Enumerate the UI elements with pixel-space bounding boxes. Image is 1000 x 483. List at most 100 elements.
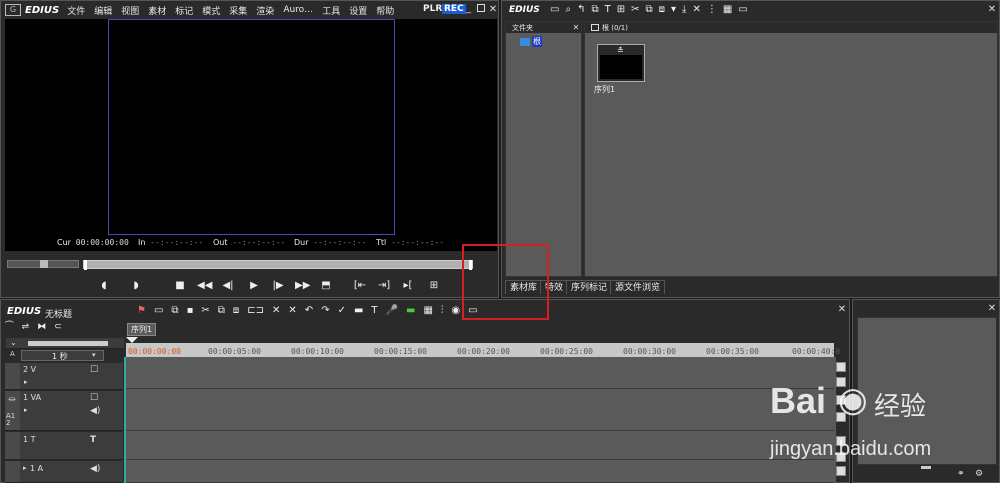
insert-icon[interactable]: [⇤ (353, 280, 367, 292)
render-icon[interactable]: ▬ (406, 305, 415, 321)
menu-file[interactable]: 文件 (67, 4, 85, 17)
cut-icon[interactable]: ✂ (201, 305, 209, 321)
rewind-icon[interactable]: ◀◀ (197, 280, 212, 292)
link-icon[interactable]: ⧓ (37, 322, 46, 336)
track-2v-lane[interactable] (126, 357, 834, 389)
close-icon[interactable]: ✕ (986, 4, 998, 16)
open-icon[interactable]: ⧉ (171, 305, 178, 321)
scroll-button[interactable] (836, 362, 846, 372)
menu-settings[interactable]: 设置 (349, 4, 367, 17)
shuttle-handle[interactable] (40, 260, 48, 268)
properties-icon[interactable]: ⋮ (707, 4, 717, 18)
sync-lock-icon[interactable]: ⏛ (8, 394, 16, 405)
paste-icon[interactable]: ⧈ (659, 4, 665, 18)
speaker-icon[interactable]: ◀) (90, 464, 100, 474)
menu-help[interactable]: 帮助 (376, 4, 394, 17)
save-icon[interactable]: ▪ (187, 305, 194, 321)
up-icon[interactable]: ↰ (577, 4, 585, 18)
play-icon[interactable]: ▶ (247, 280, 261, 292)
close-icon[interactable]: ✕ (570, 22, 582, 34)
menu-marker[interactable]: 标记 (175, 4, 193, 17)
set-in-icon[interactable]: ◖ (97, 280, 111, 292)
menu-clip[interactable]: 素材 (148, 4, 166, 17)
maximize-button[interactable] (477, 4, 485, 12)
cut-icon[interactable]: ✂ (631, 4, 639, 18)
track-1a-lane[interactable] (126, 461, 834, 483)
scale-select[interactable]: 1 秒 ▾ (21, 350, 104, 361)
sequence-tab[interactable]: 序列1 (127, 323, 157, 336)
folder-root[interactable]: 根 (520, 36, 542, 47)
paste-icon[interactable]: ⧈ (233, 305, 239, 321)
zoom-slider[interactable] (28, 341, 108, 346)
tab-sequence-marker[interactable]: 序列标记 (566, 280, 613, 294)
ripple-delete-icon[interactable]: ✕ (288, 305, 296, 321)
clip-thumbnail[interactable]: ≛ (597, 44, 645, 82)
menu-render[interactable]: 渲染 (256, 4, 274, 17)
delete-icon[interactable]: ✕ (272, 305, 280, 321)
match-frame-icon[interactable]: ▸[ (401, 280, 415, 292)
menu-view[interactable]: 视图 (121, 4, 139, 17)
voiceover-icon[interactable]: 🎤 (386, 305, 398, 321)
redo-icon[interactable]: ↷ (321, 305, 329, 321)
playhead-start[interactable] (84, 260, 87, 270)
replace-icon[interactable]: ⤓ (682, 4, 686, 18)
fast-forward-icon[interactable]: ▶▶ (295, 280, 310, 292)
view-icon[interactable]: ▦ (723, 4, 732, 18)
stop-icon[interactable]: ■ (173, 280, 187, 292)
window-icon[interactable]: ▭ (738, 4, 747, 18)
expand-icon[interactable]: ▸ (24, 378, 28, 386)
track-1a-header[interactable]: ▸ 1 A ◀) (20, 461, 123, 483)
overwrite-icon[interactable]: ⇥] (377, 280, 391, 292)
grid-icon[interactable]: ▦ (423, 305, 432, 321)
lock-icon[interactable]: A (10, 350, 15, 358)
loop-icon[interactable]: ⬒ (319, 280, 333, 292)
speaker-icon[interactable]: ◀) (90, 406, 100, 416)
add-to-timeline-icon[interactable]: ▾ (671, 4, 676, 18)
open-icon[interactable]: ⧉ (591, 4, 598, 18)
delete-icon[interactable]: ✕ (692, 4, 700, 18)
folder-icon[interactable]: ▭ (550, 4, 559, 18)
link-icon[interactable]: ⚭ (957, 469, 965, 479)
rec-toggle[interactable]: REC (442, 4, 466, 14)
plr-toggle[interactable]: PLR (423, 4, 442, 14)
title-icon[interactable]: T (605, 4, 611, 18)
track-1t-header[interactable]: 1 T T (20, 432, 123, 460)
menu-aurora[interactable]: Auro… (283, 5, 313, 15)
collapse-icon[interactable]: ⌄ (10, 338, 17, 347)
step-back-icon[interactable]: ◀| (221, 280, 235, 292)
minimize-button[interactable]: _ (466, 3, 471, 14)
close-icon[interactable]: ✕ (986, 303, 998, 315)
title-track-icon[interactable]: T (90, 435, 96, 445)
set-out-icon[interactable]: ◗ (129, 280, 143, 292)
copy-icon[interactable]: ⧉ (645, 4, 652, 18)
video-mute-icon[interactable]: ☐ (90, 393, 98, 403)
split-icon[interactable]: ⇌ (22, 322, 30, 336)
tab-source-browser[interactable]: 源文件浏览 (610, 280, 666, 294)
position-bar[interactable] (83, 260, 473, 270)
audio-mixer-icon[interactable]: ⫶ (441, 305, 444, 321)
copy-icon[interactable]: ⧉ (218, 305, 225, 321)
track-1va-lane[interactable] (126, 390, 834, 431)
close-icon[interactable]: ✕ (836, 304, 848, 316)
ripple-icon[interactable]: ⊏⊐ (247, 305, 264, 321)
track-1t-lane[interactable] (126, 432, 834, 460)
video-mute-icon[interactable]: ☐ (90, 365, 98, 375)
step-forward-icon[interactable]: |▶ (271, 280, 285, 292)
add-clip-icon[interactable]: ⊞ (617, 4, 625, 18)
expand-icon[interactable]: ▸ (24, 406, 28, 414)
new-sequence-icon[interactable]: ▭ (154, 305, 163, 321)
settings-icon[interactable]: ⚑ (137, 305, 146, 321)
shuttle-slider[interactable] (7, 260, 79, 268)
mixer-icon[interactable]: ▬ (354, 305, 363, 321)
expand-icon[interactable]: ▸ (23, 464, 27, 472)
sync-icon[interactable]: ⊂ (54, 322, 62, 336)
track-2v-header[interactable]: 2 V ▸ ☐ (20, 363, 123, 390)
menu-edit[interactable]: 编辑 (94, 4, 112, 17)
record-icon[interactable]: ◉ (451, 305, 460, 321)
edit-mode-icon[interactable]: ⏜ (5, 322, 14, 336)
menu-mode[interactable]: 模式 (202, 4, 220, 17)
menu-capture[interactable]: 采集 (229, 4, 247, 17)
title-icon[interactable]: T (371, 305, 377, 321)
track-1va-header[interactable]: 1 VA ▸ ☐ ◀) (20, 391, 123, 431)
menu-tools[interactable]: 工具 (322, 4, 340, 17)
